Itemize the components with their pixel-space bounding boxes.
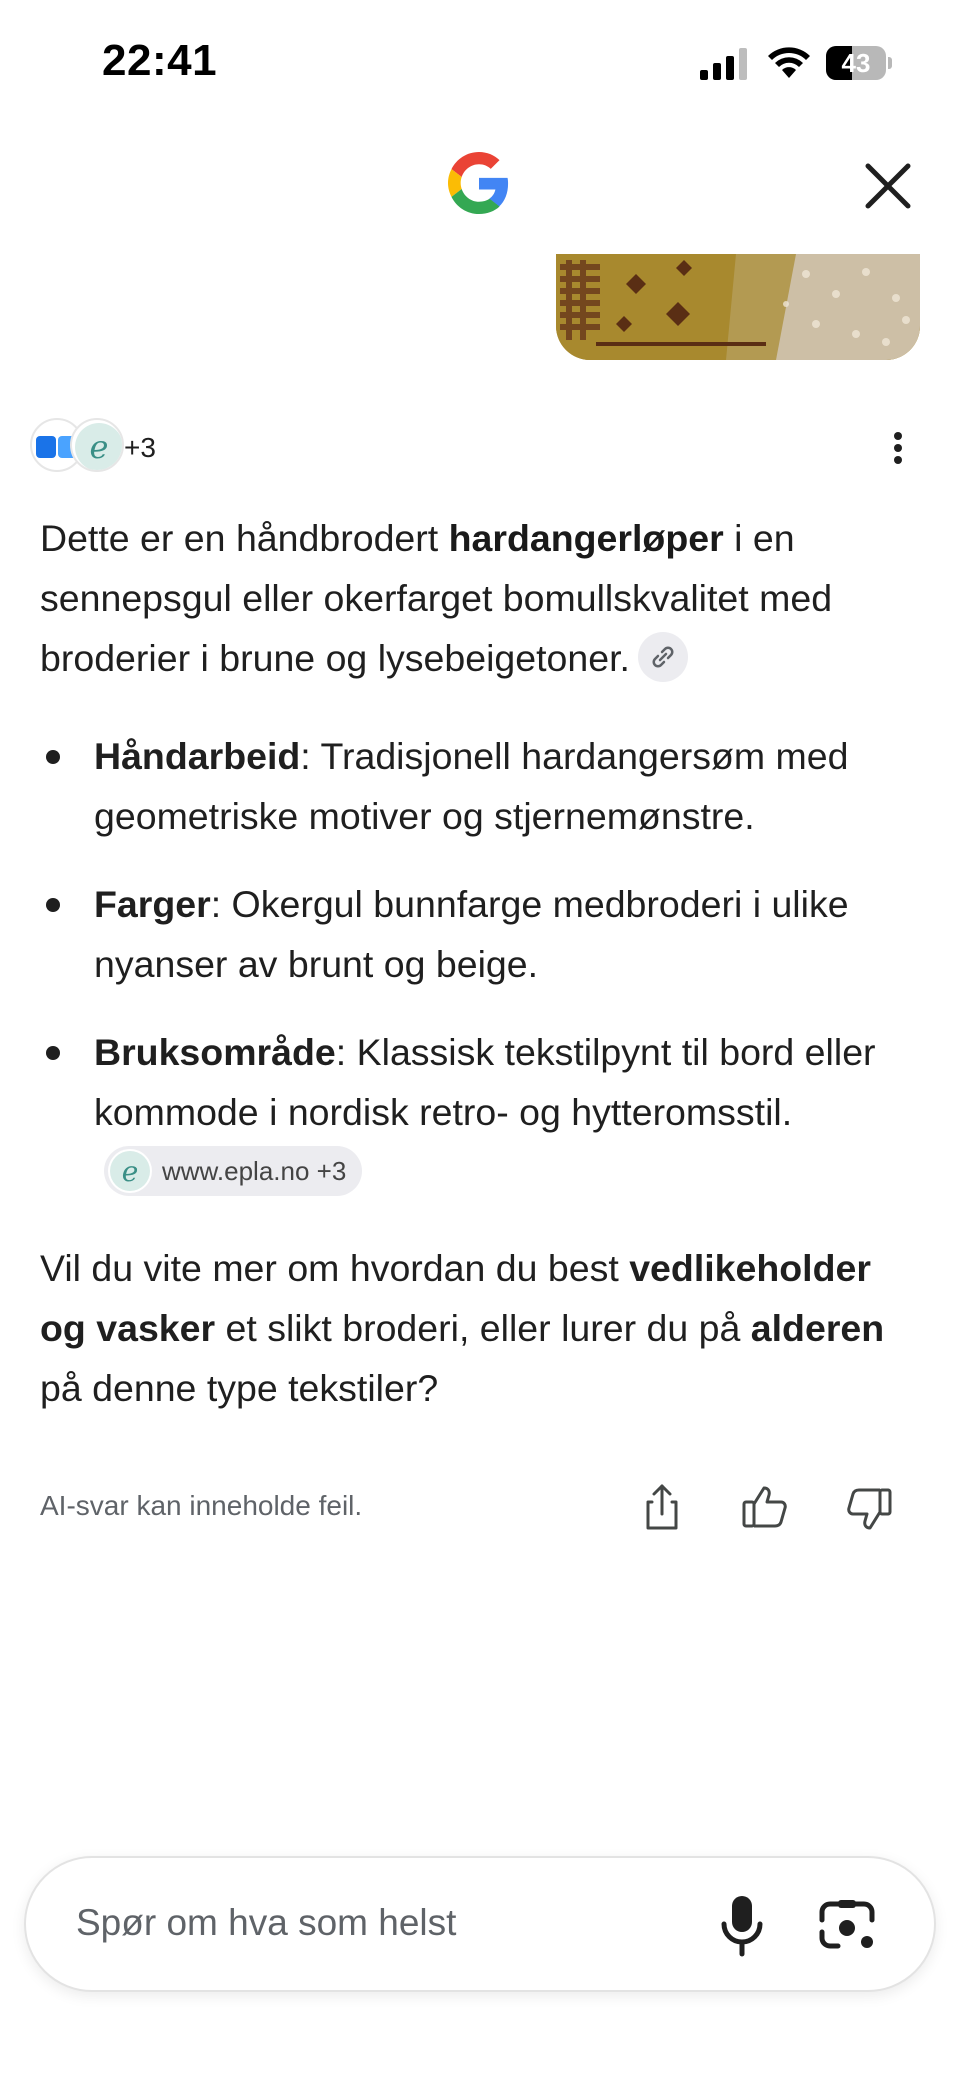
query-image[interactable] [556,254,920,360]
lens-camera-icon[interactable] [812,1890,882,1960]
followup-text: på denne type tekstiler? [40,1367,439,1409]
search-bar[interactable]: Spør om hva som helst [24,1856,936,1992]
svg-text:e: e [122,1155,139,1188]
svg-text:e: e [90,428,109,466]
close-icon[interactable] [860,158,916,214]
thumbs-down-icon[interactable] [840,1480,896,1536]
list-item: Bruksområde: Klassisk tekstilpynt til bo… [40,1022,920,1202]
followup-question: Vil du vite mer om hvordan du best vedli… [40,1238,920,1418]
source-chip-label: www.epla.no +3 [162,1156,347,1187]
status-time: 22:41 [102,36,218,85]
epla-logo-icon: e [70,418,124,472]
share-icon[interactable] [634,1480,690,1536]
answer-intro: Dette er en håndbrodert hardangerløper i… [40,508,920,688]
wifi-icon [768,47,810,78]
answer-bold-term: hardangerløper [448,517,724,559]
status-bar: 22:41 43 [0,0,960,120]
link-icon[interactable] [637,632,688,683]
list-item: Farger: Okergul bunnfarge medbroderi i u… [40,874,920,994]
mic-icon[interactable] [710,1890,774,1960]
battery-level: 43 [841,48,871,78]
google-g-icon [448,152,509,214]
bullet-title: Bruksområde [94,1031,336,1073]
followup-text: et slikt broderi, eller lurer du på [215,1307,751,1349]
followup-bold: alderen [750,1307,885,1349]
bullet-title: Håndarbeid [94,735,301,777]
epla-logo-icon: e [108,1149,152,1194]
cell-signal-icon [700,48,747,80]
thumbs-up-icon[interactable] [738,1480,794,1536]
source-chip[interactable]: e www.epla.no +3 [104,1146,363,1197]
followup-text: Vil du vite mer om hvordan du best [40,1247,630,1289]
list-item: Håndarbeid: Tradisjonell hardangersøm me… [40,726,920,846]
search-input[interactable]: Spør om hva som helst [76,1902,456,1944]
answer-text: Dette er en håndbrodert [40,517,449,559]
ai-disclaimer: AI-svar kan inneholde feil. [40,1490,363,1521]
answer-bullets: Håndarbeid: Tradisjonell hardangersøm me… [40,726,920,1230]
sources-count[interactable]: +3 [124,432,156,464]
more-vert-icon[interactable] [880,428,916,468]
battery-icon: 43 [826,46,892,80]
bullet-title: Farger [94,883,211,925]
